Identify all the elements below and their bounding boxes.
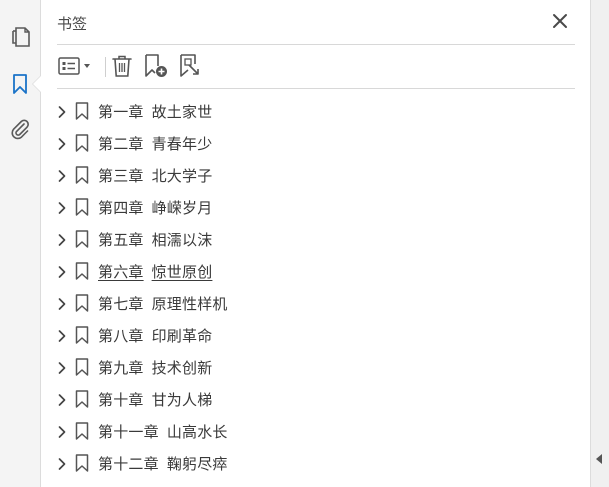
bookmarks-panel: 书签 第一章 故土家世 第二章 青春年少 第三章 北大学子 第四章 峥嵘岁月 第… [41, 0, 591, 487]
bookmark-chapter: 第七章 [98, 295, 144, 313]
attachments-icon[interactable] [6, 115, 34, 143]
bookmark-chapter: 第一章 [98, 103, 144, 121]
bookmark-title: 北大学子 [151, 167, 213, 185]
bookmark-item-6[interactable]: 第六章 惊世原创 [41, 255, 591, 287]
bookmark-chapter: 第三章 [98, 167, 144, 185]
bookmark-label[interactable]: 第四章 峥嵘岁月 [98, 197, 212, 218]
expand-chevron-icon[interactable] [55, 424, 69, 438]
panel-header: 书签 [57, 0, 575, 45]
bookmark-title: 峥嵘岁月 [151, 199, 213, 217]
bookmark-label[interactable]: 第三章 北大学子 [98, 165, 212, 186]
bookmark-label[interactable]: 第一章 故土家世 [98, 101, 212, 122]
bookmark-title: 原理性样机 [151, 295, 228, 313]
bookmark-icon [75, 166, 89, 184]
bookmark-title: 印刷革命 [151, 327, 213, 345]
expand-chevron-icon[interactable] [55, 104, 69, 118]
bookmark-item-5[interactable]: 第五章 相濡以沫 [41, 223, 591, 255]
bookmarks-toolbar [57, 45, 575, 89]
bookmark-chapter: 第二章 [98, 135, 144, 153]
bookmark-item-11[interactable]: 第十一章 山高水长 [41, 415, 591, 447]
new-bookmark-from-structure-icon[interactable] [177, 53, 203, 79]
bookmark-chapter: 第十章 [98, 391, 144, 409]
bookmark-label[interactable]: 第十一章 山高水长 [98, 421, 228, 442]
bookmark-icon [75, 262, 89, 280]
bookmark-label[interactable]: 第五章 相濡以沫 [98, 229, 212, 250]
bookmark-icon [75, 358, 89, 376]
bookmark-icon [75, 134, 89, 152]
expand-chevron-icon[interactable] [55, 392, 69, 406]
bookmark-label[interactable]: 第八章 印刷革命 [98, 325, 212, 346]
bookmark-chapter: 第八章 [98, 327, 144, 345]
bookmark-item-2[interactable]: 第二章 青春年少 [41, 127, 591, 159]
bookmark-title: 技术创新 [151, 359, 213, 377]
bookmark-icon [75, 230, 89, 248]
delete-bookmark-icon[interactable] [110, 53, 134, 79]
bookmark-icon [75, 454, 89, 472]
bookmark-icon [75, 390, 89, 408]
expand-chevron-icon[interactable] [55, 328, 69, 342]
bookmark-title: 鞠躬尽瘁 [166, 455, 228, 473]
bookmark-label[interactable]: 第二章 青春年少 [98, 133, 212, 154]
bookmark-icon [75, 294, 89, 312]
bookmark-label[interactable]: 第十章 甘为人梯 [98, 389, 212, 410]
bookmark-icon [75, 198, 89, 216]
expand-chevron-icon[interactable] [55, 232, 69, 246]
pages-icon[interactable] [6, 22, 34, 50]
bookmark-icon [75, 422, 89, 440]
bookmark-chapter: 第十二章 [98, 455, 159, 473]
bookmark-item-8[interactable]: 第八章 印刷革命 [41, 319, 591, 351]
bookmark-label[interactable]: 第九章 技术创新 [98, 357, 212, 378]
bookmark-chapter: 第五章 [98, 231, 144, 249]
navigation-rail [0, 0, 41, 487]
expand-chevron-icon[interactable] [55, 264, 69, 278]
bookmark-title: 惊世原创 [151, 263, 213, 281]
bookmark-item-9[interactable]: 第九章 技术创新 [41, 351, 591, 383]
pane-collapse-strip[interactable] [590, 0, 609, 487]
options-menu-icon[interactable] [57, 53, 97, 79]
bookmark-title: 山高水长 [166, 423, 228, 441]
panel-title: 书签 [57, 15, 88, 33]
bookmark-chapter: 第十一章 [98, 423, 159, 441]
bookmark-title: 青春年少 [151, 135, 213, 153]
bookmark-title: 甘为人梯 [151, 391, 213, 409]
expand-chevron-icon[interactable] [55, 296, 69, 310]
bookmark-item-10[interactable]: 第十章 甘为人梯 [41, 383, 591, 415]
toolbar-separator [105, 57, 106, 77]
new-bookmark-icon[interactable] [143, 53, 169, 79]
bookmarks-pane: 书签 第一章 故土家世 第二章 青春年少 第三章 北大学子 第四章 峥嵘岁月 第… [0, 0, 609, 487]
bookmark-list: 第一章 故土家世 第二章 青春年少 第三章 北大学子 第四章 峥嵘岁月 第五章 … [41, 95, 591, 479]
bookmark-label[interactable]: 第七章 原理性样机 [98, 293, 228, 314]
bookmark-item-12[interactable]: 第十二章 鞠躬尽瘁 [41, 447, 591, 479]
bookmark-label[interactable]: 第十二章 鞠躬尽瘁 [98, 453, 228, 474]
bookmark-chapter: 第六章 [98, 263, 144, 281]
bookmark-item-3[interactable]: 第三章 北大学子 [41, 159, 591, 191]
active-tab-pointer [33, 76, 41, 92]
bookmark-icon [75, 326, 89, 344]
collapse-arrow-icon[interactable] [596, 454, 602, 464]
bookmark-chapter: 第九章 [98, 359, 144, 377]
expand-chevron-icon[interactable] [55, 360, 69, 374]
expand-chevron-icon[interactable] [55, 456, 69, 470]
bookmark-icon [75, 102, 89, 120]
expand-chevron-icon[interactable] [55, 200, 69, 214]
bookmark-item-4[interactable]: 第四章 峥嵘岁月 [41, 191, 591, 223]
bookmark-title: 故土家世 [151, 103, 213, 121]
bookmark-label[interactable]: 第六章 惊世原创 [98, 261, 212, 282]
bookmark-item-7[interactable]: 第七章 原理性样机 [41, 287, 591, 319]
expand-chevron-icon[interactable] [55, 136, 69, 150]
bookmark-item-1[interactable]: 第一章 故土家世 [41, 95, 591, 127]
close-icon[interactable] [551, 12, 569, 30]
bookmark-title: 相濡以沫 [151, 231, 213, 249]
expand-chevron-icon[interactable] [55, 168, 69, 182]
bookmark-chapter: 第四章 [98, 199, 144, 217]
bookmarks-icon[interactable] [6, 70, 34, 98]
